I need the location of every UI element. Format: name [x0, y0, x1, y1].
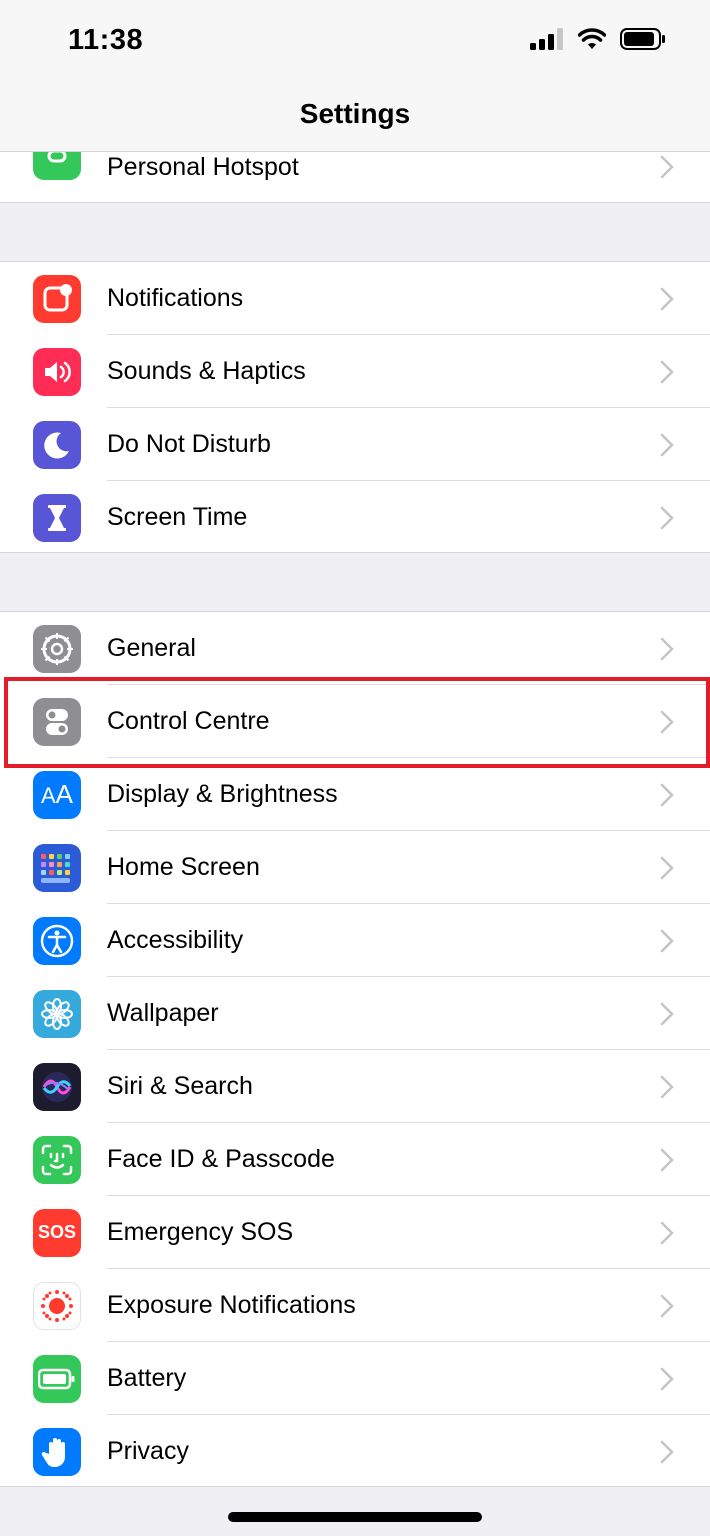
chevron-right-icon: [660, 1148, 674, 1171]
notifications-icon: [33, 274, 81, 323]
wifi-icon: [577, 28, 607, 55]
settings-row-label: Home Screen: [107, 853, 260, 881]
accessibility-icon: [33, 916, 81, 965]
text-size-icon: AA: [33, 770, 81, 819]
settings-row-sounds-haptics[interactable]: Sounds & Haptics: [0, 335, 710, 408]
exposure-icon: [33, 1281, 81, 1330]
siri-icon: [33, 1062, 81, 1111]
settings-row-label: Display & Brightness: [107, 780, 338, 808]
settings-row-exposure-notifications[interactable]: Exposure Notifications: [0, 1269, 710, 1342]
settings-row-label: Emergency SOS: [107, 1218, 294, 1246]
cellular-signal-icon: [530, 28, 564, 55]
settings-group-general: General Control Centre AA Display & Brig…: [0, 611, 710, 1487]
navigation-bar: Settings: [0, 80, 710, 152]
chevron-right-icon: [660, 1221, 674, 1244]
settings-row-privacy[interactable]: Privacy: [0, 1415, 710, 1488]
chevron-right-icon: [660, 710, 674, 733]
settings-row-label: Face ID & Passcode: [107, 1145, 335, 1173]
chevron-right-icon: [660, 506, 674, 529]
toggles-icon: [33, 697, 81, 746]
chevron-right-icon: [660, 287, 674, 310]
settings-row-screen-time[interactable]: Screen Time: [0, 481, 710, 554]
chevron-right-icon: [660, 155, 674, 179]
settings-row-control-centre[interactable]: Control Centre: [0, 685, 710, 758]
settings-row-home-screen[interactable]: Home Screen: [0, 831, 710, 904]
settings-row-wallpaper[interactable]: Wallpaper: [0, 977, 710, 1050]
hourglass-icon: [33, 493, 81, 542]
settings-row-do-not-disturb[interactable]: Do Not Disturb: [0, 408, 710, 481]
chevron-right-icon: [660, 1075, 674, 1098]
settings-row-label: Do Not Disturb: [107, 430, 271, 458]
chevron-right-icon: [660, 856, 674, 879]
settings-row-label: Notifications: [107, 284, 244, 312]
moon-icon: [33, 420, 81, 469]
settings-row-label: Sounds & Haptics: [107, 357, 306, 385]
gear-icon: [33, 624, 81, 673]
chevron-right-icon: [660, 929, 674, 952]
settings-row-emergency-sos[interactable]: SOS Emergency SOS: [0, 1196, 710, 1269]
app-grid-icon: [33, 843, 81, 892]
sos-icon-label: SOS: [37, 1222, 76, 1242]
status-icons: [530, 28, 666, 55]
settings-group-notifications: Notifications Sounds & Haptics Do Not Di…: [0, 261, 710, 553]
chevron-right-icon: [660, 1440, 674, 1463]
settings-row-personal-hotspot[interactable]: Personal Hotspot: [0, 152, 710, 202]
settings-row-label: Siri & Search: [107, 1072, 253, 1100]
settings-row-label: Personal Hotspot: [107, 153, 299, 181]
speaker-icon: [33, 347, 81, 396]
chevron-right-icon: [660, 1367, 674, 1390]
settings-row-label: Screen Time: [107, 503, 248, 531]
chevron-right-icon: [660, 360, 674, 383]
page-title: Settings: [299, 98, 411, 129]
settings-row-label: Control Centre: [107, 707, 270, 735]
settings-row-label: Accessibility: [107, 926, 244, 954]
settings-row-display-brightness[interactable]: AA Display & Brightness: [0, 758, 710, 831]
settings-row-label: Wallpaper: [107, 999, 219, 1027]
face-id-icon: [33, 1135, 81, 1184]
settings-row-label: Exposure Notifications: [107, 1291, 356, 1319]
hand-icon: [33, 1427, 81, 1476]
home-indicator[interactable]: [228, 1512, 482, 1522]
settings-row-label: General: [107, 634, 196, 662]
settings-row-accessibility[interactable]: Accessibility: [0, 904, 710, 977]
settings-row-face-id-passcode[interactable]: Face ID & Passcode: [0, 1123, 710, 1196]
sos-icon: SOS: [33, 1208, 81, 1257]
settings-group-connectivity: Personal Hotspot: [0, 152, 710, 203]
settings-row-notifications[interactable]: Notifications: [0, 262, 710, 335]
settings-row-general[interactable]: General: [0, 612, 710, 685]
flower-icon: [33, 989, 81, 1038]
settings-row-label: Battery: [107, 1364, 187, 1392]
chevron-right-icon: [660, 433, 674, 456]
settings-row-siri-search[interactable]: Siri & Search: [0, 1050, 710, 1123]
battery-icon: [620, 28, 666, 55]
personal-hotspot-icon: [33, 152, 81, 180]
chevron-right-icon: [660, 637, 674, 660]
chevron-right-icon: [660, 783, 674, 806]
chevron-right-icon: [660, 1294, 674, 1317]
chevron-right-icon: [660, 1002, 674, 1025]
status-bar: 11:38: [0, 0, 710, 80]
status-time: 11:38: [68, 24, 144, 56]
settings-row-battery[interactable]: Battery: [0, 1342, 710, 1415]
settings-row-label: Privacy: [107, 1437, 189, 1465]
battery-setting-icon: [33, 1354, 81, 1403]
